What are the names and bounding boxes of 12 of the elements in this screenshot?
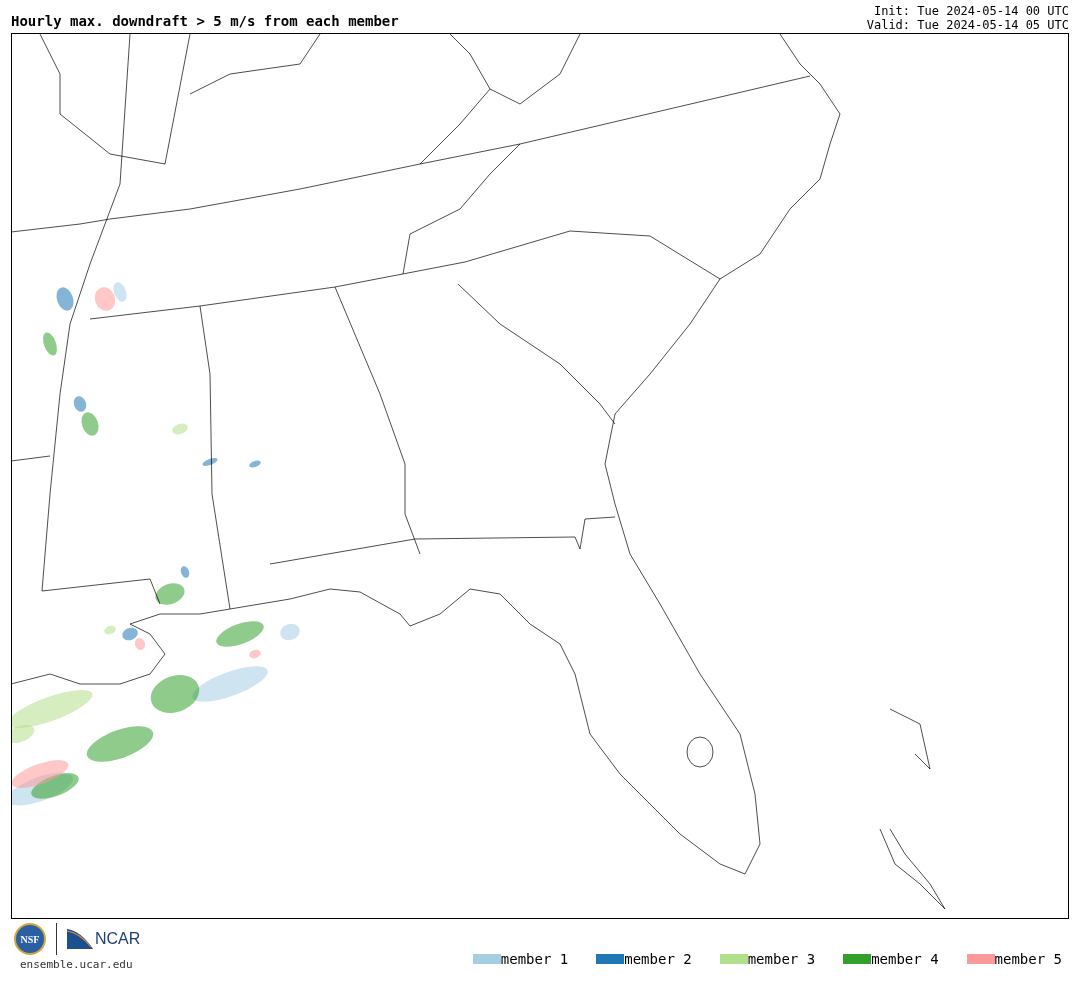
legend-label: member 1: [500, 951, 569, 967]
logo-wordmark: NCAR: [95, 930, 141, 948]
plot-title: Hourly max. downdraft > 5 m/s from each member: [11, 13, 399, 31]
legend-label: member 4: [871, 951, 939, 967]
init-time: Init: Tue 2024-05-14 00 UTC: [872, 4, 1069, 18]
legend-label: member 5: [994, 951, 1062, 967]
valid-time: Valid: Tue 2024-05-14 05 UTC: [866, 18, 1069, 32]
legend-label: member 3: [747, 951, 816, 967]
wedge-icon: [67, 929, 93, 949]
legend-label: member 2: [624, 951, 692, 967]
seal-logo: NSF: [14, 923, 46, 955]
site-url: ensemble.ucar.edu: [20, 958, 134, 971]
